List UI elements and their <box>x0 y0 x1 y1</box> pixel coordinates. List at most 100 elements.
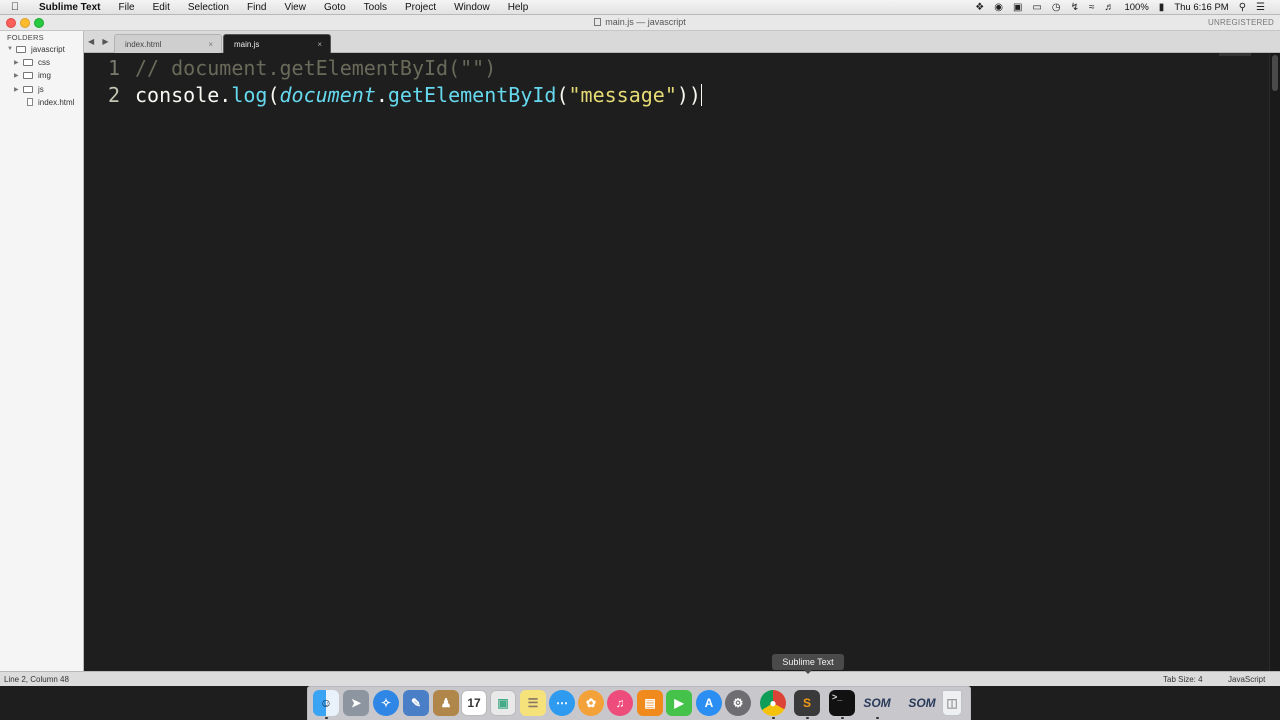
menu-file[interactable]: File <box>110 2 144 13</box>
close-icon[interactable]: × <box>317 40 322 49</box>
code-token-document: document <box>279 82 376 107</box>
line-number: 1 <box>107 55 120 80</box>
messages-icon[interactable]: ⋯ <box>549 690 575 716</box>
tab-size-selector[interactable]: Tab Size: 4 <box>1163 675 1203 684</box>
menu-window[interactable]: Window <box>445 2 499 13</box>
finder-icon[interactable]: ☺ <box>313 690 339 716</box>
sidebar-item-label: css <box>38 57 50 67</box>
sidebar-root-folder[interactable]: ▼ javascript <box>7 43 65 55</box>
code-token-dot: . <box>219 82 232 107</box>
itunes-icon[interactable]: ♫ <box>607 690 633 716</box>
wifi-icon[interactable]: ≈ <box>1084 2 1100 13</box>
preview-icon[interactable]: ✎ <box>403 690 429 716</box>
photos-icon[interactable]: ✿ <box>578 690 604 716</box>
menu-find[interactable]: Find <box>238 2 275 13</box>
code-line-2[interactable]: 2 console.log(document.getElementById("m… <box>84 81 1269 108</box>
chrome-icon[interactable]: ● <box>760 690 786 716</box>
tab-main-js[interactable]: main.js × <box>223 34 331 53</box>
status-area: ❖ ◉ ▣ ▭ ◷ ↯ ≈ ♬ 100% ▮ Thu 6:16 PM ⚲ ☰ <box>970 2 1280 13</box>
volume-icon[interactable]: ♬ <box>1099 2 1119 13</box>
chevron-right-icon[interactable]: ▶ <box>14 72 23 79</box>
running-indicator <box>772 717 775 719</box>
running-indicator <box>325 717 328 719</box>
contacts-icon[interactable]: ♟ <box>433 690 459 716</box>
launchpad-icon[interactable]: ➤ <box>343 690 369 716</box>
line-number: 2 <box>107 82 120 107</box>
code-token-paren: ( <box>267 82 280 107</box>
line-code: console.log(document.getElementById("mes… <box>135 83 702 107</box>
battery-percent[interactable]: 100% <box>1119 2 1153 13</box>
folder-icon <box>23 85 33 93</box>
trash-icon[interactable]: ◫ <box>942 690 962 716</box>
creative-cloud-icon[interactable]: ◉ <box>989 2 1008 13</box>
ibooks-icon[interactable]: ▤ <box>637 690 663 716</box>
running-indicator <box>841 717 844 719</box>
bluetooth-icon[interactable]: ↯ <box>1066 2 1084 13</box>
window-title: main.js — javascript <box>0 17 1280 27</box>
battery-icon[interactable]: ▮ <box>1154 2 1170 13</box>
minimap[interactable] <box>1219 53 1251 56</box>
menu-app-name[interactable]: Sublime Text <box>30 2 110 13</box>
som-label: SOM <box>908 696 936 710</box>
airplay-icon[interactable]: ▭ <box>1027 2 1046 13</box>
menu-edit[interactable]: Edit <box>144 2 179 13</box>
chevron-right-icon[interactable]: ▶ <box>14 86 23 93</box>
tab-bar: ◀ ▶ index.html × main.js × <box>84 31 1280 53</box>
menu-goto[interactable]: Goto <box>315 2 355 13</box>
apple-logo-icon[interactable]:  <box>0 1 30 13</box>
tab-index-html[interactable]: index.html × <box>114 34 222 53</box>
status-bar: Line 2, Column 48 Tab Size: 4 JavaScript <box>0 671 1280 686</box>
unregistered-label: UNREGISTERED <box>1208 18 1274 27</box>
notification-center-icon[interactable]: ☰ <box>1251 2 1270 13</box>
running-indicator <box>876 717 879 719</box>
chevron-right-icon[interactable]: ▶ <box>14 59 23 66</box>
window-title-bar: main.js — javascript UNREGISTERED <box>0 15 1280 31</box>
notes-icon[interactable]: ☰ <box>520 690 546 716</box>
photo-booth-icon[interactable]: ▣ <box>490 690 516 716</box>
som-app-icon[interactable]: SOM <box>860 690 894 716</box>
code-token-dot: . <box>375 82 388 107</box>
sublime-text-icon[interactable]: S <box>794 690 820 716</box>
system-preferences-icon[interactable]: ⚙ <box>725 690 751 716</box>
menu-selection[interactable]: Selection <box>179 2 238 13</box>
sidebar-item-index-html[interactable]: index.html <box>27 96 74 108</box>
menu-project[interactable]: Project <box>396 2 445 13</box>
menu-tools[interactable]: Tools <box>355 2 396 13</box>
som-app-icon-2[interactable]: SOM <box>905 690 939 716</box>
calendar-day: 17 <box>467 696 481 710</box>
sidebar-item-label: index.html <box>38 97 75 107</box>
code-line-1[interactable]: 1 // document.getElementById("") <box>84 54 496 81</box>
cursor-position: Line 2, Column 48 <box>4 675 69 684</box>
sidebar-item-label: js <box>38 84 44 94</box>
syntax-selector[interactable]: JavaScript <box>1228 675 1265 684</box>
som-label: SOM <box>863 696 891 710</box>
clock[interactable]: Thu 6:16 PM <box>1169 2 1233 13</box>
menu-help[interactable]: Help <box>499 2 538 13</box>
sidebar-item-img[interactable]: ▶ img <box>14 69 51 81</box>
time-machine-icon[interactable]: ◷ <box>1047 2 1066 13</box>
sidebar: FOLDERS ▼ javascript ▶ css ▶ img ▶ js in… <box>0 31 84 671</box>
code-editor[interactable]: 1 // document.getElementById("") 2 conso… <box>84 53 1269 671</box>
sidebar-item-css[interactable]: ▶ css <box>14 56 50 68</box>
sidebar-item-label: img <box>38 70 51 80</box>
safari-icon[interactable]: ✧ <box>373 690 399 716</box>
code-comment: // document.getElementById("") <box>135 55 497 80</box>
sidebar-item-js[interactable]: ▶ js <box>14 83 44 95</box>
folder-icon <box>16 45 26 53</box>
facetime-icon[interactable]: ▶ <box>666 690 692 716</box>
calendar-icon[interactable]: 17 <box>461 690 487 716</box>
chevron-down-icon[interactable]: ▼ <box>7 46 16 52</box>
app-store-icon[interactable]: A <box>696 690 722 716</box>
tab-navigation-arrows-icon[interactable]: ◀ ▶ <box>88 37 112 46</box>
sidebar-root-label: javascript <box>31 44 65 54</box>
running-indicator <box>806 717 809 719</box>
close-icon[interactable]: × <box>208 40 213 49</box>
spotlight-search-icon[interactable]: ⚲ <box>1234 2 1251 13</box>
scrollbar-thumb[interactable] <box>1272 55 1278 91</box>
folder-icon <box>23 71 33 79</box>
menu-view[interactable]: View <box>275 2 315 13</box>
dropbox-icon[interactable]: ❖ <box>970 2 989 13</box>
screen-icon[interactable]: ▣ <box>1008 2 1027 13</box>
vertical-scrollbar[interactable] <box>1269 53 1280 671</box>
terminal-icon[interactable]: >_ <box>829 690 855 716</box>
